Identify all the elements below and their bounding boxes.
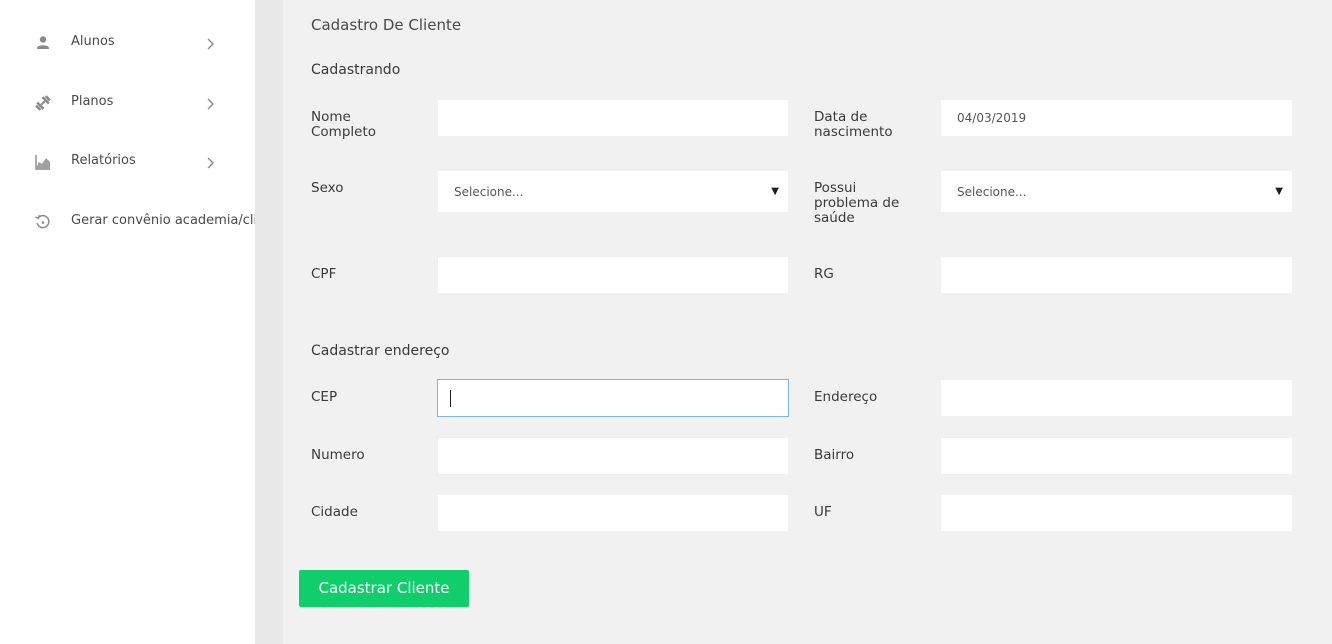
page-title: Cadastro De Cliente — [311, 16, 462, 34]
cidade-label: Cidade — [311, 504, 358, 520]
nascimento-label: Data de nascimento — [814, 110, 893, 140]
cadastrar-cliente-button[interactable]: Cadastrar Cliente — [299, 570, 469, 607]
sexo-select[interactable]: Selecione... ▼ — [438, 171, 788, 212]
nome-label: Nome Completo — [311, 110, 376, 140]
uf-input[interactable] — [941, 495, 1292, 531]
rg-label: RG — [814, 266, 834, 282]
nome-label-line: Completo — [311, 124, 377, 140]
numero-label: Numero — [311, 447, 365, 463]
sexo-label: Sexo — [311, 180, 344, 196]
saude-selected-value: Selecione... — [957, 185, 1027, 199]
chevron-right-icon — [205, 155, 217, 169]
dropdown-arrow-icon: ▼ — [771, 186, 779, 197]
sidebar-item-planos[interactable]: Planos — [0, 88, 255, 118]
main-content: Cadastro De Cliente Cadastrando Nome Com… — [283, 0, 1332, 644]
section-title-address: Cadastrar endereço — [311, 343, 450, 359]
saude-label: Possui problema de saúde — [814, 181, 899, 226]
uf-label: UF — [814, 504, 832, 520]
section-title-personal: Cadastrando — [311, 62, 401, 78]
saude-label-line: problema de — [814, 195, 900, 211]
cep-input[interactable] — [437, 379, 789, 417]
dumbbell-icon — [34, 94, 52, 112]
saude-label-line: Possui — [814, 180, 857, 196]
cpf-label: CPF — [311, 266, 337, 282]
chevron-right-icon — [205, 96, 217, 110]
problema-saude-select[interactable]: Selecione... ▼ — [941, 171, 1292, 212]
sidebar-item-label: Relatórios — [71, 153, 136, 168]
sidebar-divider — [255, 0, 283, 644]
numero-input[interactable] — [438, 438, 788, 474]
sexo-selected-value: Selecione... — [454, 185, 524, 199]
nascimento-label-line: nascimento — [814, 124, 893, 140]
cidade-input[interactable] — [438, 495, 788, 531]
sidebar-item-label: Planos — [71, 94, 114, 109]
cpf-input[interactable] — [438, 257, 788, 293]
nome-completo-input[interactable] — [438, 100, 788, 136]
sidebar-item-relatorios[interactable]: Relatórios — [0, 147, 255, 177]
user-icon — [34, 34, 52, 52]
sidebar: Alunos Planos Relatórios Gerar convênio … — [0, 0, 255, 644]
data-nascimento-input[interactable]: 04/03/2019 — [941, 100, 1292, 136]
sidebar-item-alunos[interactable]: Alunos — [0, 28, 255, 58]
text-caret — [450, 390, 451, 407]
sidebar-item-label: Gerar convênio academia/clie — [71, 213, 255, 228]
bairro-input[interactable] — [941, 438, 1292, 474]
rg-input[interactable] — [941, 257, 1292, 293]
dropdown-arrow-icon: ▼ — [1275, 186, 1283, 197]
cep-label: CEP — [311, 389, 338, 405]
bairro-label: Bairro — [814, 447, 855, 463]
endereco-label: Endereço — [814, 389, 878, 405]
nascimento-label-line: Data de — [814, 109, 868, 125]
history-icon — [34, 213, 52, 231]
sidebar-item-gerar-convenio[interactable]: Gerar convênio academia/clie — [0, 207, 255, 237]
sidebar-item-label: Alunos — [71, 34, 115, 49]
endereco-input[interactable] — [941, 380, 1292, 416]
chevron-right-icon — [205, 36, 217, 50]
chart-icon — [34, 153, 52, 171]
nome-label-line: Nome — [311, 109, 351, 125]
saude-label-line: saúde — [814, 210, 855, 226]
